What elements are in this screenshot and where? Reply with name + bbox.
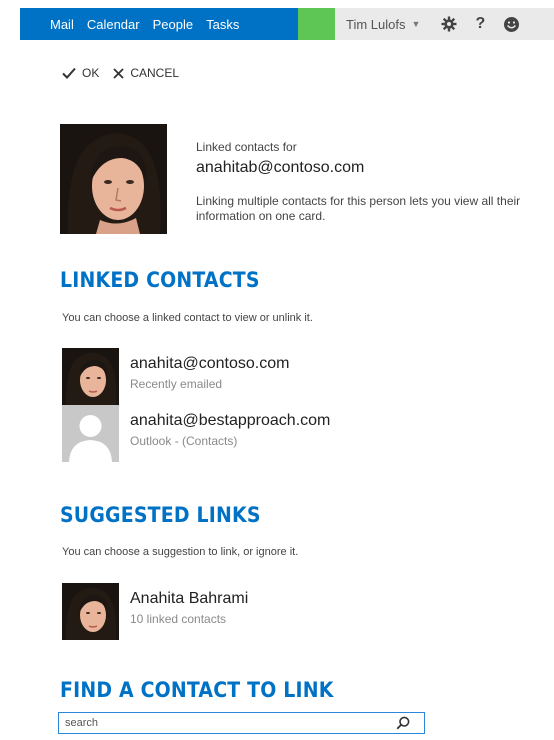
app-nav: Mail Calendar People Tasks [20,8,298,40]
checkmark-icon [62,67,76,79]
nav-tasks[interactable]: Tasks [206,17,239,32]
search-input[interactable] [59,716,397,730]
cancel-label: CANCEL [130,66,180,80]
linked-count: 10 linked contacts [130,612,227,626]
linked-for-label: Linked contacts for [196,140,297,154]
contact-name: anahita@contoso.com [130,355,290,372]
settings-gear-icon[interactable] [440,15,458,33]
top-bar: Mail Calendar People Tasks Tim Lulofs ▼ [20,8,554,40]
cancel-button[interactable]: CANCEL [113,66,179,80]
user-area: Tim Lulofs ▼ ? [335,8,554,40]
nav-calendar[interactable]: Calendar [87,17,140,32]
accent-tile [298,8,335,40]
avatar-placeholder-icon [62,405,119,462]
linked-contact-item[interactable]: anahita@bestapproach.com Outlook - (Cont… [62,405,462,462]
suggested-links-heading: SUGGESTED LINKS [60,503,261,527]
contact-source: Outlook - (Contacts) [130,434,238,448]
linked-contact-item[interactable]: anahita@contoso.com Recently emailed [62,348,462,405]
user-name-button[interactable]: Tim Lulofs [346,17,405,32]
help-icon[interactable]: ? [471,15,489,33]
nav-people[interactable]: People [153,17,193,32]
contact-name: anahita@bestapproach.com [130,412,331,429]
avatar [62,348,119,405]
avatar [62,583,119,640]
smiley-icon[interactable] [502,15,520,33]
contact-source: Recently emailed [130,377,223,391]
ok-button[interactable]: OK [62,66,99,80]
search-box [58,712,425,734]
chevron-down-icon[interactable]: ▼ [411,19,420,29]
contact-photo [60,124,167,234]
command-bar: OK CANCEL [62,66,193,80]
linking-description: Linking multiple contacts for this perso… [196,194,521,223]
contact-email: anahitab@contoso.com [196,159,365,176]
suggested-links-hint: You can choose a suggestion to link, or … [62,546,299,558]
ok-label: OK [82,66,100,80]
contact-name: Anahita Bahrami [130,590,249,607]
suggested-contact-item[interactable]: Anahita Bahrami 10 linked contacts [62,583,462,640]
linked-contacts-heading: LINKED CONTACTS [60,268,260,292]
find-contact-heading: FIND A CONTACT TO LINK [60,678,334,702]
linked-contacts-hint: You can choose a linked contact to view … [62,312,313,324]
search-icon[interactable] [396,716,410,730]
close-icon [113,67,124,79]
nav-mail[interactable]: Mail [50,17,74,32]
